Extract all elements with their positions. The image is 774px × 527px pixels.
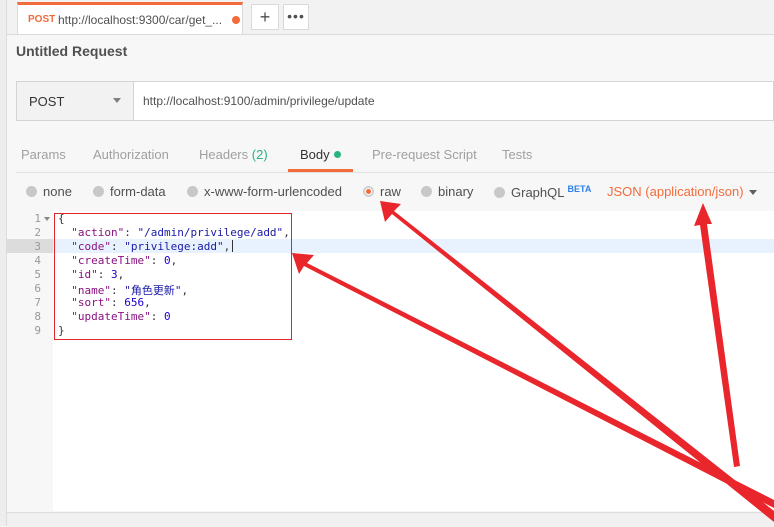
annotation-arrows	[292, 201, 774, 522]
annotation-arrow-to-json	[694, 203, 740, 467]
annotation-arrow-to-editor	[292, 253, 774, 508]
